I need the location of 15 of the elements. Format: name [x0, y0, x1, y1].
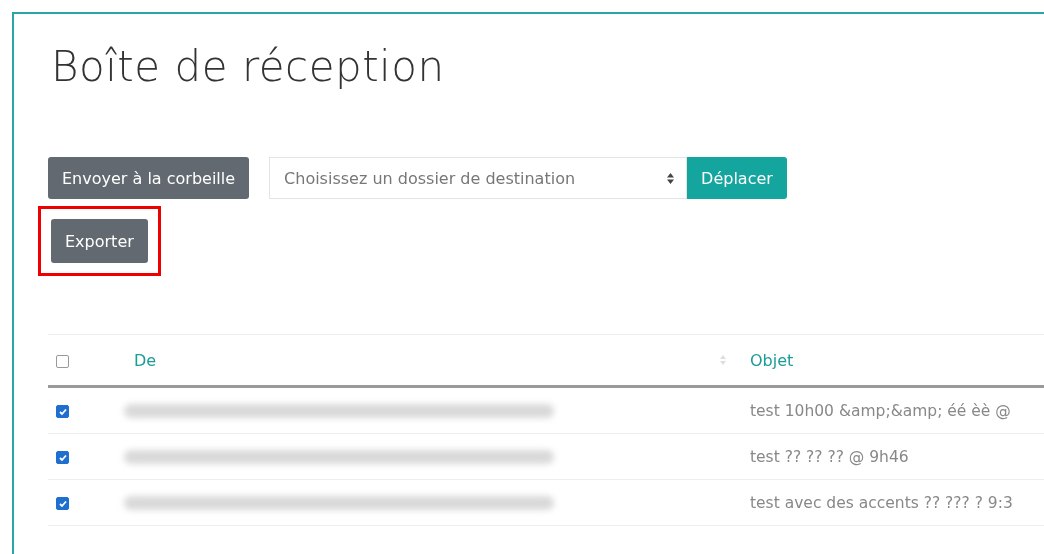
column-header[interactable]: De	[134, 350, 157, 370]
column-header[interactable]: Objet	[750, 350, 794, 370]
row-checkbox[interactable]	[56, 405, 69, 418]
message-subject[interactable]: test ?? ?? ?? @ 9h46	[750, 448, 909, 466]
folder-select[interactable]: Choisissez un dossier de destination	[269, 157, 688, 199]
move-button[interactable]: Déplacer	[687, 157, 787, 199]
message-subject[interactable]: test avec des accents ?? ??? ? 9:3	[750, 494, 1013, 512]
row-checkbox[interactable]	[56, 451, 69, 464]
page-title: Boîte de réception	[51, 42, 446, 92]
select-all-checkbox[interactable]	[56, 354, 69, 368]
sort-caret-icon	[667, 172, 675, 184]
trash-button[interactable]: Envoyer à la corbeille	[48, 157, 250, 199]
message-subject[interactable]: test 10h00 &amp;&amp; éé èè @	[750, 402, 1011, 420]
export-button[interactable]: Exporter	[51, 219, 148, 263]
row-checkbox[interactable]	[56, 497, 69, 510]
